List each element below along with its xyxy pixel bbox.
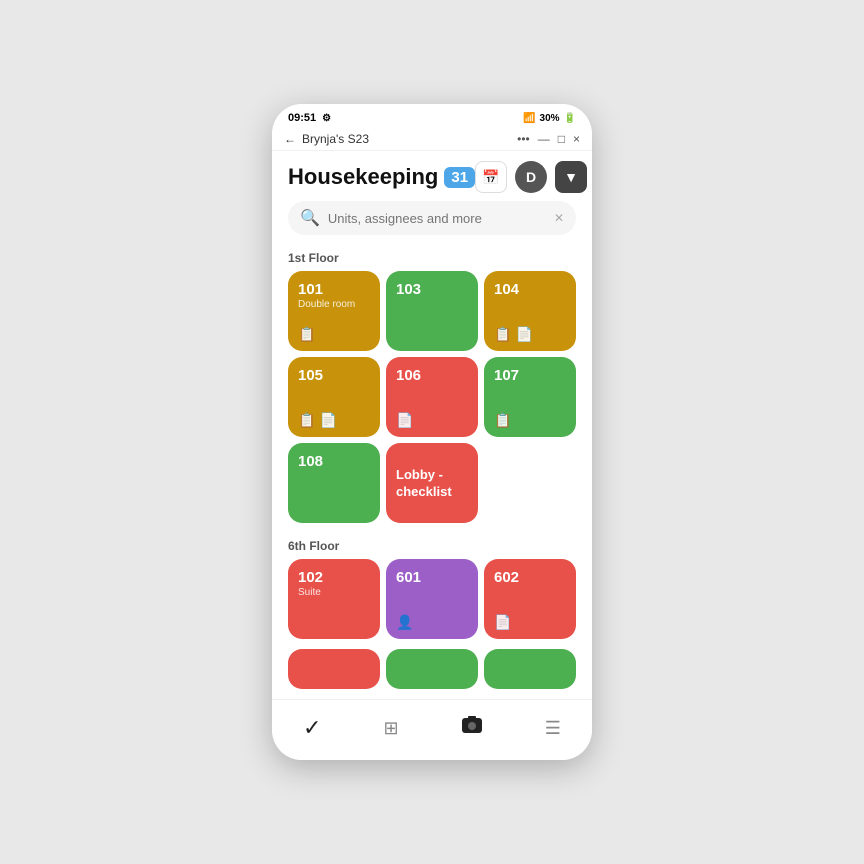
nav-tasks[interactable]: ✓: [293, 711, 331, 745]
room-card-101[interactable]: 101 Double room 📋: [288, 271, 380, 351]
avatar-label: D: [526, 169, 536, 185]
phone-frame: 09:51 ⚙ 📶 30% 🔋 ← Brynja's S23 ••• — □ ×…: [272, 104, 592, 760]
clear-search-icon[interactable]: ✕: [554, 211, 564, 225]
window-bar: ← Brynja's S23 ••• — □ ×: [272, 128, 592, 151]
room-number: 601: [396, 569, 421, 587]
note-icon: 📄: [494, 614, 511, 631]
avatar-button[interactable]: D: [515, 161, 547, 193]
count-badge: 31: [444, 167, 475, 188]
nav-grid[interactable]: ⊞: [374, 714, 409, 743]
note-icon: 📄: [319, 412, 336, 429]
nav-camera[interactable]: [451, 710, 493, 746]
tasks-icon: ✓: [303, 715, 321, 741]
search-icon: 🔍: [300, 208, 320, 228]
camera-icon: [461, 714, 483, 742]
search-input[interactable]: [328, 211, 546, 226]
checklist-icon: 📋: [298, 412, 315, 429]
partial-card-green1[interactable]: [386, 649, 478, 689]
room-card-602[interactable]: 602 📄: [484, 559, 576, 639]
room-number: 602: [494, 569, 519, 587]
room-card-102[interactable]: 102 Suite: [288, 559, 380, 639]
person-icon: 👤: [396, 614, 413, 631]
window-title: Brynja's S23: [302, 132, 369, 146]
battery-icon: 🔋: [564, 113, 576, 124]
room-card-601[interactable]: 601 👤: [386, 559, 478, 639]
partial-row: [272, 649, 592, 699]
room-card-103[interactable]: 103: [386, 271, 478, 351]
filter-button[interactable]: ▼: [555, 161, 587, 193]
filter-icon: ▼: [564, 169, 578, 185]
header-actions: 📅 D ▼: [475, 161, 587, 193]
menu-icon[interactable]: •••: [517, 132, 530, 146]
checklist-icon: 📋: [494, 412, 511, 429]
title-area: Housekeeping 31: [288, 164, 475, 190]
calendar-icon: 📅: [482, 169, 499, 186]
partial-card-green2[interactable]: [484, 649, 576, 689]
note-icon: 📄: [515, 326, 532, 343]
room-number: 103: [396, 281, 421, 299]
room-number: 102: [298, 569, 323, 587]
room-number: 107: [494, 367, 519, 385]
status-bar: 09:51 ⚙ 📶 30% 🔋: [272, 104, 592, 128]
room-card-105[interactable]: 105 📋 📄: [288, 357, 380, 437]
room-number: 108: [298, 453, 323, 471]
lobby-checklist-card[interactable]: Lobby - checklist: [386, 443, 478, 523]
partial-card-red[interactable]: [288, 649, 380, 689]
checklist-icon: 📋: [298, 326, 315, 343]
room-card-107[interactable]: 107 📋: [484, 357, 576, 437]
room-number: 106: [396, 367, 421, 385]
section-6th-floor: 6th Floor: [272, 533, 592, 559]
close-icon[interactable]: ×: [573, 132, 580, 146]
bottom-nav: ✓ ⊞ ☰: [272, 699, 592, 760]
room-card-104[interactable]: 104 📋 📄: [484, 271, 576, 351]
room-number: 105: [298, 367, 323, 385]
room-subtitle: Double room: [298, 299, 355, 310]
sixth-floor-grid: 102 Suite 601 👤 602 📄: [272, 559, 592, 649]
app-header: Housekeeping 31 📅 D ▼: [272, 151, 592, 201]
back-icon[interactable]: ←: [284, 132, 296, 146]
calendar-button[interactable]: 📅: [475, 161, 507, 193]
room-subtitle: Suite: [298, 587, 323, 598]
checklist-icon: 📋: [494, 326, 511, 343]
list-icon: ☰: [545, 718, 561, 739]
note-icon: 📄: [396, 412, 413, 429]
room-number: 104: [494, 281, 519, 299]
lobby-label: Lobby - checklist: [396, 467, 468, 501]
search-bar[interactable]: 🔍 ✕: [288, 201, 576, 235]
first-floor-grid: 101 Double room 📋 103 104: [272, 271, 592, 533]
room-card-106[interactable]: 106 📄: [386, 357, 478, 437]
maximize-icon[interactable]: □: [558, 132, 565, 146]
time-display: 09:51: [288, 112, 316, 124]
page-title: Housekeeping: [288, 164, 438, 190]
app-content: Housekeeping 31 📅 D ▼ 🔍 ✕ 1s: [272, 151, 592, 699]
battery-display: 30%: [540, 113, 560, 124]
signal-icon: 📶: [523, 113, 535, 124]
room-card-108[interactable]: 108: [288, 443, 380, 523]
room-number: 101: [298, 281, 355, 299]
nav-list[interactable]: ☰: [535, 714, 571, 743]
grid-icon: ⊞: [384, 718, 399, 739]
settings-icon: ⚙: [322, 113, 331, 124]
minimize-icon[interactable]: —: [538, 132, 550, 146]
section-1st-floor: 1st Floor: [272, 245, 592, 271]
